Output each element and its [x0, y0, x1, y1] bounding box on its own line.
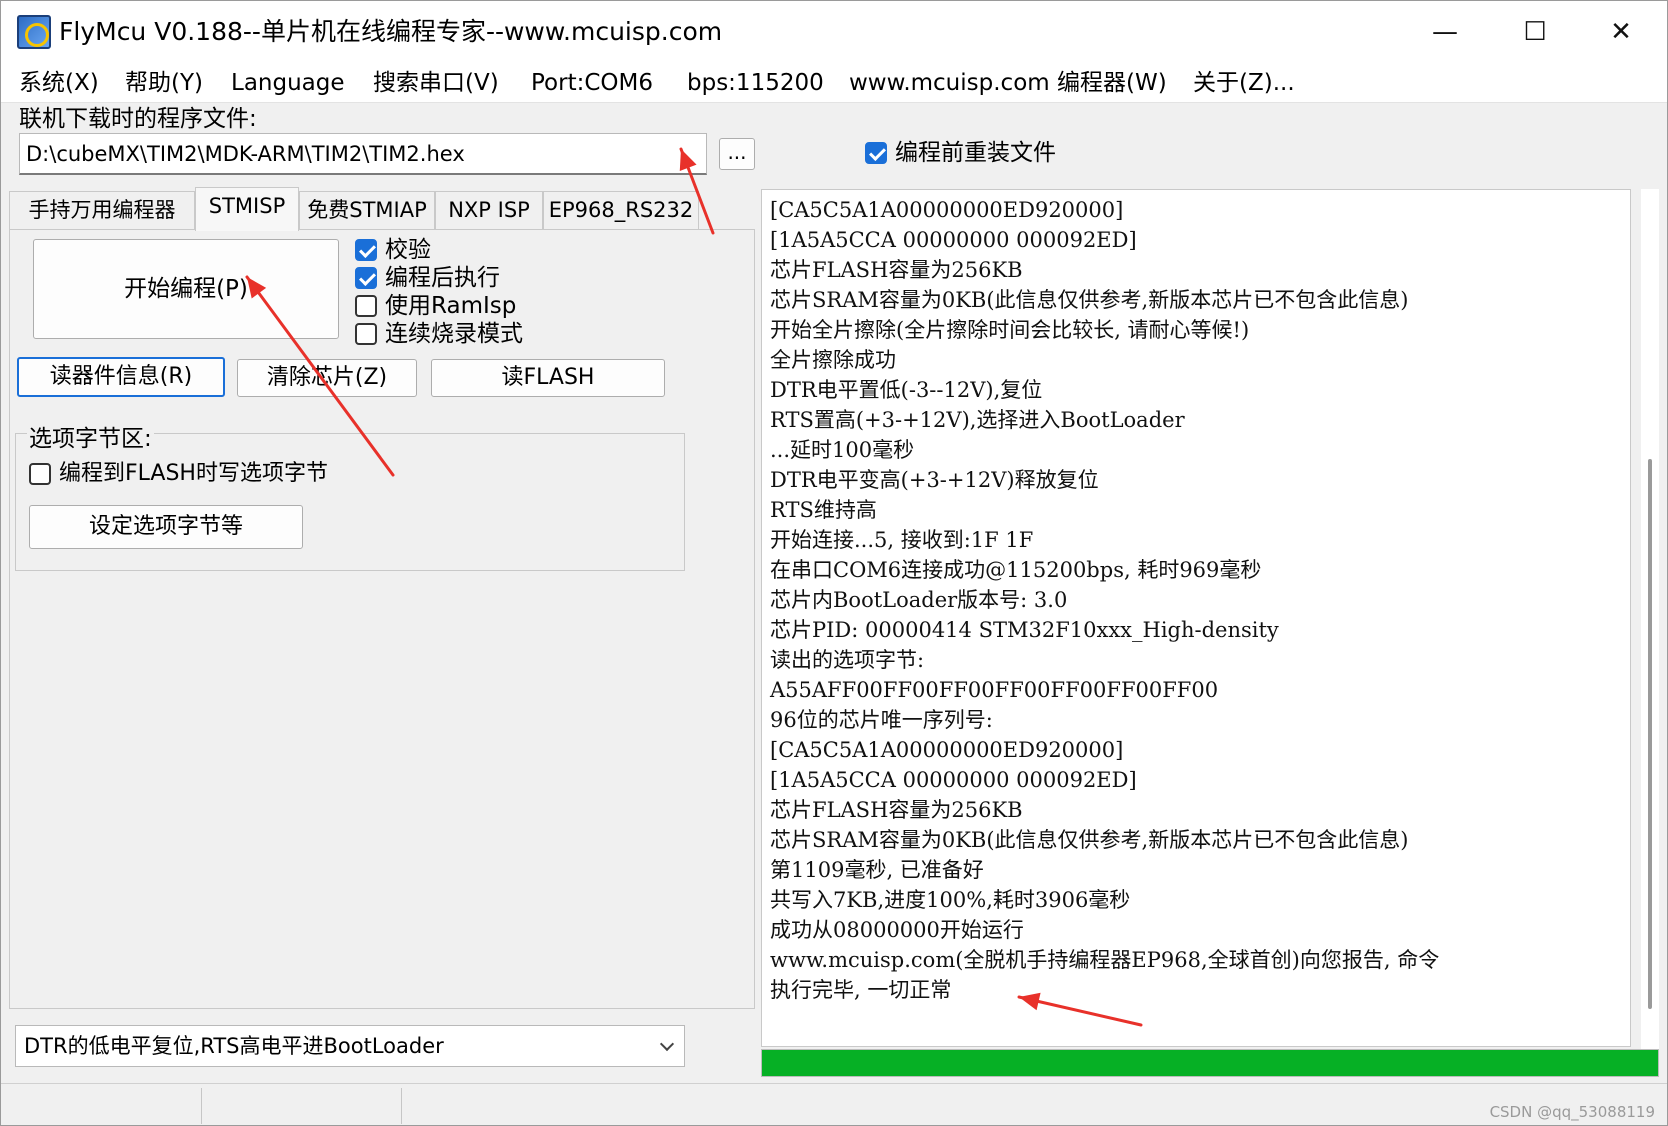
reload-file-checkbox[interactable]	[865, 142, 887, 164]
erase-chip-button[interactable]: 清除芯片(Z)	[237, 359, 417, 397]
browse-button[interactable]: ...	[719, 138, 755, 170]
log-line: 第1109毫秒, 已准备好	[770, 858, 984, 882]
status-bar: CSDN @qq_53088119	[1, 1083, 1667, 1125]
log-output[interactable]: [CA5C5A1A00000000ED920000] [1A5A5CCA 0000…	[761, 189, 1631, 1047]
reset-mode-select[interactable]: DTR的低电平复位,RTS高电平进BootLoader	[15, 1025, 685, 1067]
progress-fill	[762, 1050, 1658, 1076]
write-option-byte-label: 编程到FLASH时写选项字节	[59, 461, 328, 486]
tab-handheld-programmer[interactable]: 手持万用编程器	[9, 191, 195, 229]
reset-mode-value: DTR的低电平复位,RTS高电平进BootLoader	[24, 1034, 444, 1058]
set-option-bytes-button[interactable]: 设定选项字节等	[29, 505, 303, 549]
log-line: 96位的芯片唯一序列号:	[770, 708, 993, 732]
menu-about[interactable]: 关于(Z)...	[1191, 67, 1297, 99]
log-line: A55AFF00FF00FF00FF00FF00FF00FF00	[770, 678, 1219, 702]
menu-bps[interactable]: bps:115200	[685, 67, 826, 99]
verify-label: 校验	[385, 237, 431, 263]
read-flash-button[interactable]: 读FLASH	[431, 359, 665, 397]
stmisp-panel	[9, 229, 755, 1009]
menu-search-port[interactable]: 搜索串口(V)	[371, 67, 501, 99]
log-line: 开始连接...5, 接收到:1F 1F	[770, 528, 1034, 552]
log-line: www.mcuisp.com(全脱机手持编程器EP968,全球首创)向您报告, …	[770, 948, 1440, 972]
log-line: 开始全片擦除(全片擦除时间会比较长, 请耐心等候!)	[770, 318, 1250, 342]
tab-free-stmiap[interactable]: 免费STMIAP	[299, 191, 435, 229]
menu-system[interactable]: 系统(X)	[17, 67, 101, 99]
app-logo-icon	[17, 15, 51, 49]
tab-nxp-isp[interactable]: NXP ISP	[435, 191, 543, 229]
hex-file-input[interactable]	[19, 133, 707, 175]
title-bar: FlyMcu V0.188--单片机在线编程专家--www.mcuisp.com…	[1, 1, 1667, 63]
run-after-program-checkbox[interactable]	[355, 267, 377, 289]
log-line: [1A5A5CCA 00000000 000092ED]	[770, 768, 1137, 792]
log-line: RTS置高(+3-+12V),选择进入BootLoader	[770, 408, 1185, 432]
log-line: 芯片FLASH容量为256KB	[770, 258, 1023, 282]
reload-file-label: 编程前重装文件	[895, 140, 1056, 166]
progress-bar	[761, 1049, 1659, 1077]
log-line: 成功从08000000开始运行	[770, 918, 1024, 942]
menu-port[interactable]: Port:COM6	[529, 67, 655, 99]
start-programming-button[interactable]: 开始编程(P)	[33, 239, 339, 339]
use-ramisp-label: 使用RamIsp	[385, 293, 517, 319]
log-line: 执行完毕, 一切正常	[770, 978, 952, 1002]
close-button[interactable]: ✕	[1581, 9, 1661, 55]
window-title: FlyMcu V0.188--单片机在线编程专家--www.mcuisp.com	[59, 17, 723, 46]
menu-language[interactable]: Language	[229, 67, 347, 99]
log-line: RTS维持高	[770, 498, 877, 522]
verify-checkbox[interactable]	[355, 239, 377, 261]
write-option-byte-checkbox[interactable]	[29, 463, 51, 485]
log-line: 芯片FLASH容量为256KB	[770, 798, 1023, 822]
log-line: [CA5C5A1A00000000ED920000]	[770, 198, 1124, 222]
chevron-down-icon	[659, 1036, 675, 1052]
continuous-mode-checkbox[interactable]	[355, 323, 377, 345]
log-line: 读出的选项字节:	[770, 648, 925, 672]
use-ramisp-checkbox[interactable]	[355, 295, 377, 317]
watermark: CSDN @qq_53088119	[1489, 1103, 1655, 1121]
log-line: [CA5C5A1A00000000ED920000]	[770, 738, 1124, 762]
option-byte-group	[15, 433, 685, 571]
read-device-info-button[interactable]: 读器件信息(R)	[17, 357, 225, 397]
log-line: ...延时100毫秒	[770, 438, 915, 462]
log-line: [1A5A5CCA 00000000 000092ED]	[770, 228, 1137, 252]
tab-stmisp[interactable]: STMISP	[195, 187, 299, 231]
log-scrollbar[interactable]	[1641, 189, 1659, 1049]
log-line: 全片擦除成功	[770, 348, 896, 372]
minimize-button[interactable]: —	[1405, 9, 1485, 55]
menu-help[interactable]: 帮助(Y)	[123, 67, 205, 99]
status-separator	[201, 1088, 202, 1124]
log-line: 芯片PID: 00000414 STM32F10xxx_High-density	[770, 618, 1279, 642]
tab-ep968-rs232[interactable]: EP968_RS232	[543, 191, 699, 229]
maximize-button[interactable]: ☐	[1495, 9, 1575, 55]
menu-programmer[interactable]: www.mcuisp.com 编程器(W)	[847, 67, 1169, 99]
log-line: 芯片SRAM容量为0KB(此信息仅供参考,新版本芯片已不包含此信息)	[770, 288, 1409, 312]
app-window: FlyMcu V0.188--单片机在线编程专家--www.mcuisp.com…	[0, 0, 1668, 1126]
log-line: DTR电平变高(+3-+12V)释放复位	[770, 468, 1099, 492]
continuous-mode-label: 连续烧录模式	[385, 321, 523, 347]
log-line: 芯片SRAM容量为0KB(此信息仅供参考,新版本芯片已不包含此信息)	[770, 828, 1409, 852]
status-separator	[401, 1088, 402, 1124]
log-line: DTR电平置低(-3--12V),复位	[770, 378, 1043, 402]
option-byte-group-title: 选项字节区:	[27, 419, 154, 453]
log-line: 芯片内BootLoader版本号: 3.0	[770, 588, 1068, 612]
log-scroll-thumb[interactable]	[1648, 459, 1652, 1009]
log-line: 共写入7KB,进度100%,耗时3906毫秒	[770, 888, 1131, 912]
run-after-program-label: 编程后执行	[385, 265, 500, 291]
menu-bar: 系统(X) 帮助(Y) Language 搜索串口(V) Port:COM6 b…	[1, 63, 1667, 103]
file-label: 联机下载时的程序文件:	[19, 106, 257, 132]
log-line: 在串口COM6连接成功@115200bps, 耗时969毫秒	[770, 558, 1262, 582]
